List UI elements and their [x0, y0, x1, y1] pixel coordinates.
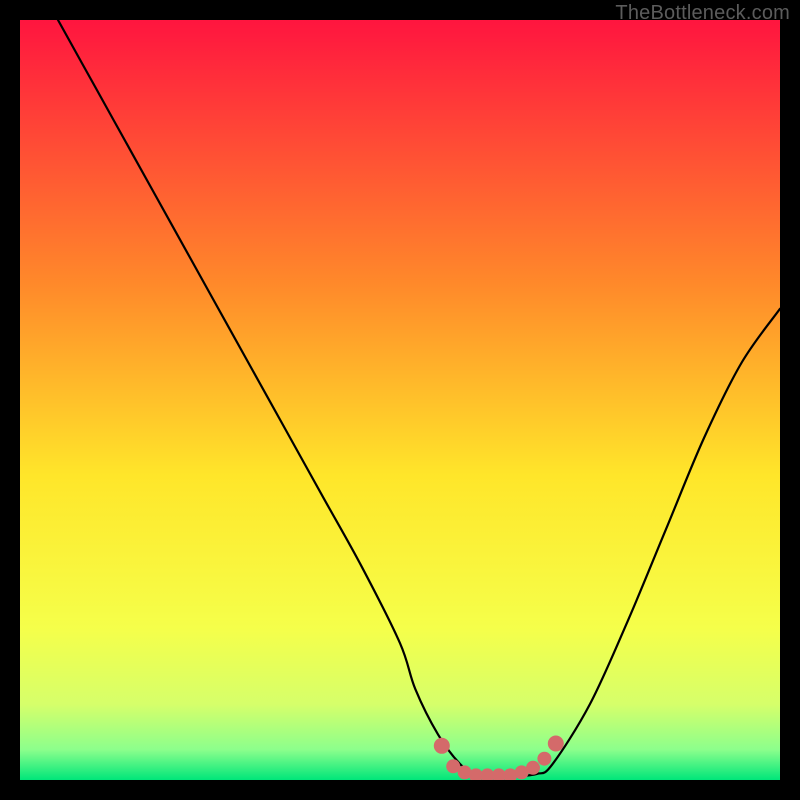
marker-dot — [537, 752, 551, 766]
marker-dot — [434, 738, 450, 754]
plot-area — [20, 20, 780, 780]
chart-svg — [20, 20, 780, 780]
chart-frame: TheBottleneck.com — [0, 0, 800, 800]
marker-dot — [526, 761, 540, 775]
gradient-background — [20, 20, 780, 780]
watermark-text: TheBottleneck.com — [615, 2, 790, 25]
marker-dot — [548, 736, 564, 752]
